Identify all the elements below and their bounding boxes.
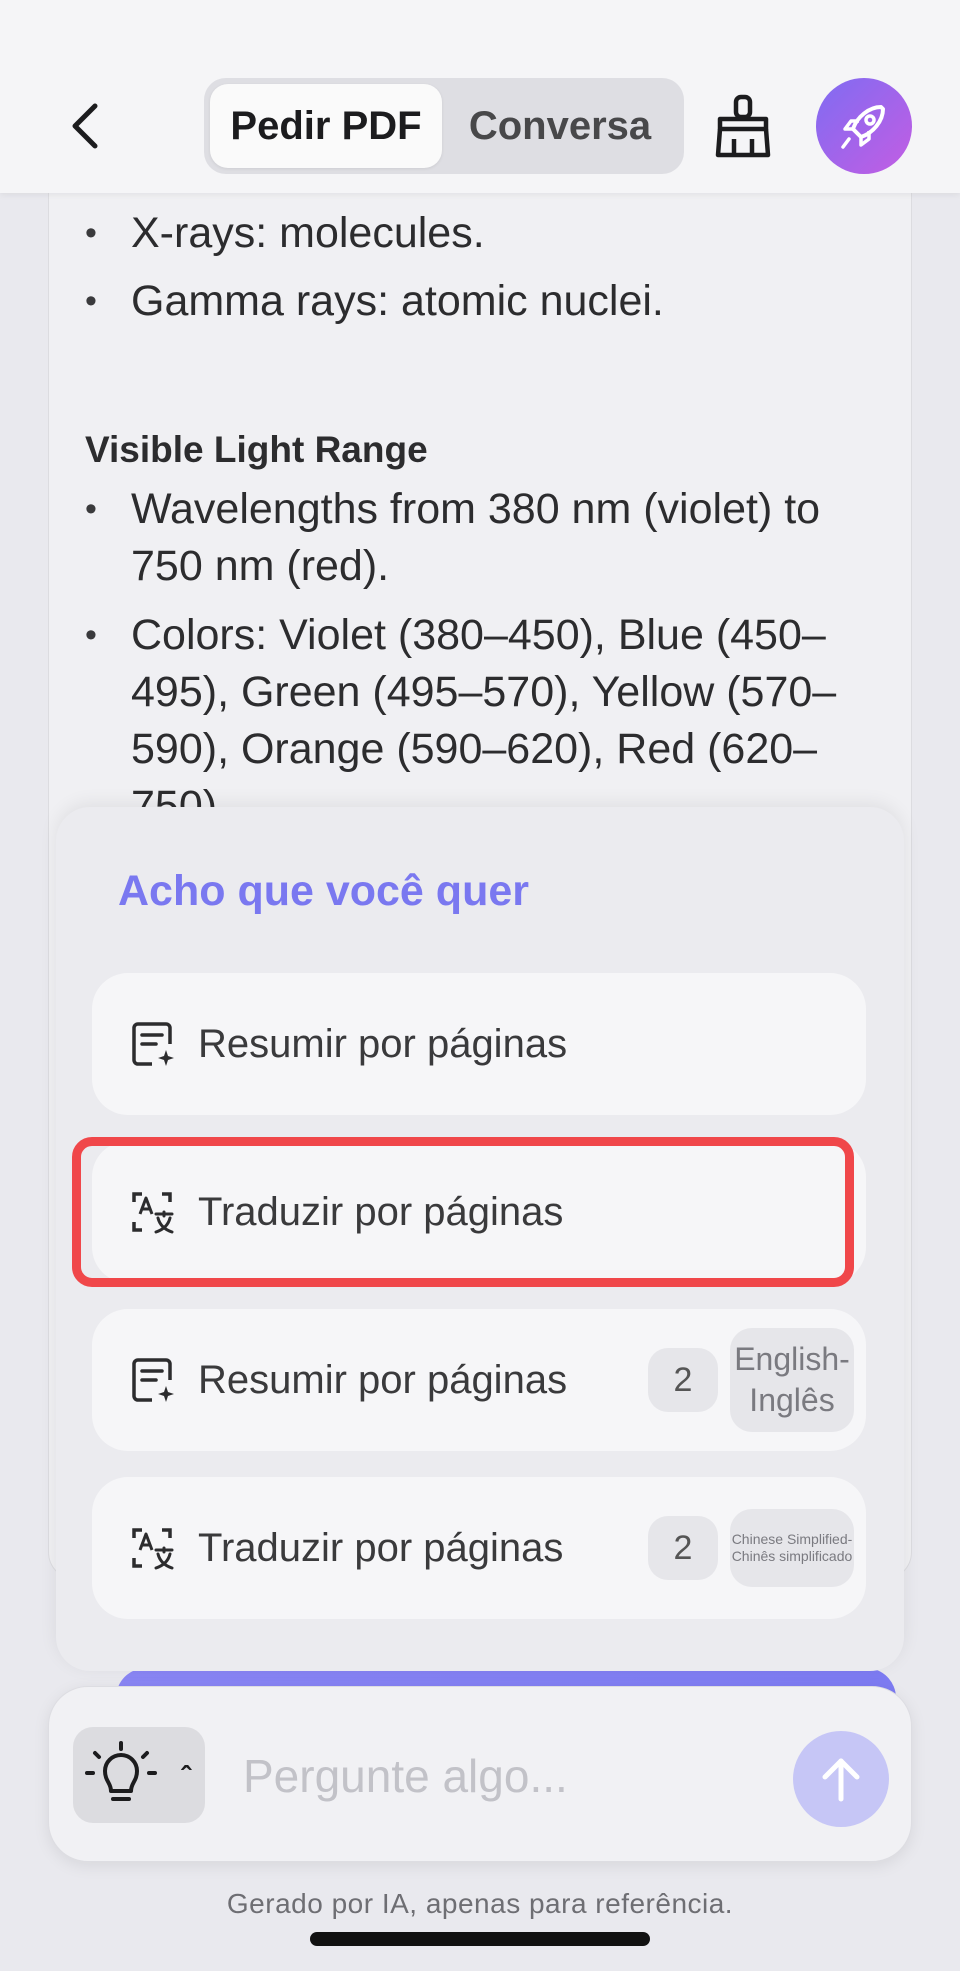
top-header: Pedir PDF Conversa	[0, 0, 960, 193]
prompt-ideas-button[interactable]: ˆ	[73, 1727, 205, 1823]
summarize-icon	[126, 1018, 178, 1070]
chevron-left-icon	[72, 103, 98, 149]
back-button[interactable]	[60, 98, 110, 154]
page-count-badge: 2	[648, 1516, 718, 1580]
suggestion-label: Traduzir por páginas	[198, 1525, 564, 1570]
arrow-up-icon	[822, 1758, 860, 1802]
suggestion-title: Acho que você quer	[118, 867, 529, 915]
translate-icon	[126, 1522, 178, 1574]
rocket-icon	[841, 105, 885, 149]
lightbulb-icon	[85, 1741, 157, 1801]
suggestion-summarize-pages-english[interactable]: Resumir por páginas 2 English-Inglês	[92, 1309, 866, 1451]
chat-input-bar: ˆ	[48, 1686, 912, 1862]
bullet-item: X-rays: molecules.	[85, 205, 895, 262]
bullet-item: Colors: Violet (380–450), Blue (450–495)…	[85, 607, 895, 835]
broom-icon	[715, 94, 771, 158]
page-count-badge: 2	[648, 1348, 718, 1412]
ask-input[interactable]	[243, 1743, 803, 1809]
mode-switch: Pedir PDF Conversa	[204, 78, 684, 174]
home-indicator	[310, 1932, 650, 1946]
tab-conversa[interactable]: Conversa	[442, 84, 678, 168]
disclaimer-text: Gerado por IA, apenas para referência.	[226, 1888, 734, 1919]
section-title: Visible Light Range	[85, 429, 428, 470]
caret-up-icon: ˆ	[181, 1761, 191, 1794]
suggestion-translate-pages-chinese[interactable]: Traduzir por páginas 2 Chinese Simplifie…	[92, 1477, 866, 1619]
suggestion-summarize-pages[interactable]: Resumir por páginas	[92, 973, 866, 1115]
tab-pedir-pdf[interactable]: Pedir PDF	[210, 84, 442, 168]
suggestion-label: Resumir por páginas	[198, 1021, 568, 1066]
ai-boost-button[interactable]	[816, 78, 912, 174]
suggestion-label: Resumir por páginas	[198, 1357, 568, 1402]
suggestion-panel: Acho que você quer Resumir por páginas T…	[56, 807, 904, 1671]
clear-chat-button[interactable]	[708, 88, 778, 164]
language-badge: English-Inglês	[730, 1328, 854, 1432]
highlight-box	[72, 1137, 854, 1287]
bullet-item: Wavelengths from 380 nm (violet) to 750 …	[85, 481, 895, 595]
bullet-item: Gamma rays: atomic nuclei.	[85, 273, 895, 330]
language-badge: Chinese Simplified-Chinês simplificado	[730, 1509, 854, 1587]
send-button[interactable]	[793, 1731, 889, 1827]
summarize-icon	[126, 1354, 178, 1406]
